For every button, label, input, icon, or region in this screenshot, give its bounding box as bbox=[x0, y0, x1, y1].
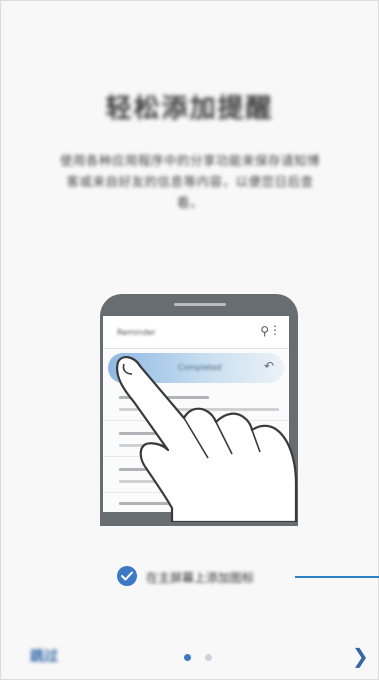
add-to-home-label[interactable]: 在主屏幕上添加图标 bbox=[146, 569, 254, 586]
chevron-right-icon[interactable]: ❯ bbox=[352, 644, 369, 668]
page-title: 轻松添加提醒 bbox=[105, 94, 274, 124]
search-icon: ⚲ bbox=[260, 324, 269, 338]
illustration-app-title: Reminder bbox=[117, 328, 156, 337]
page-description: 使用各种应用程序中的分享功能来保存请知博客或来自好友的信息等内容，以便您日后查看… bbox=[59, 153, 320, 210]
page-indicator-dot-active bbox=[184, 654, 191, 661]
phone-speaker bbox=[174, 303, 226, 306]
more-vert-icon: ⋮ bbox=[269, 323, 281, 337]
illustration-app-bar: Reminder ⚲ ⋮ bbox=[103, 316, 289, 349]
skip-button[interactable]: 跳过 bbox=[30, 646, 58, 666]
callout-line bbox=[295, 576, 379, 578]
hand-pointer-icon bbox=[116, 356, 298, 522]
page-indicator-dot bbox=[205, 654, 212, 661]
check-icon bbox=[121, 571, 133, 581]
add-to-home-checkbox[interactable] bbox=[117, 566, 137, 586]
